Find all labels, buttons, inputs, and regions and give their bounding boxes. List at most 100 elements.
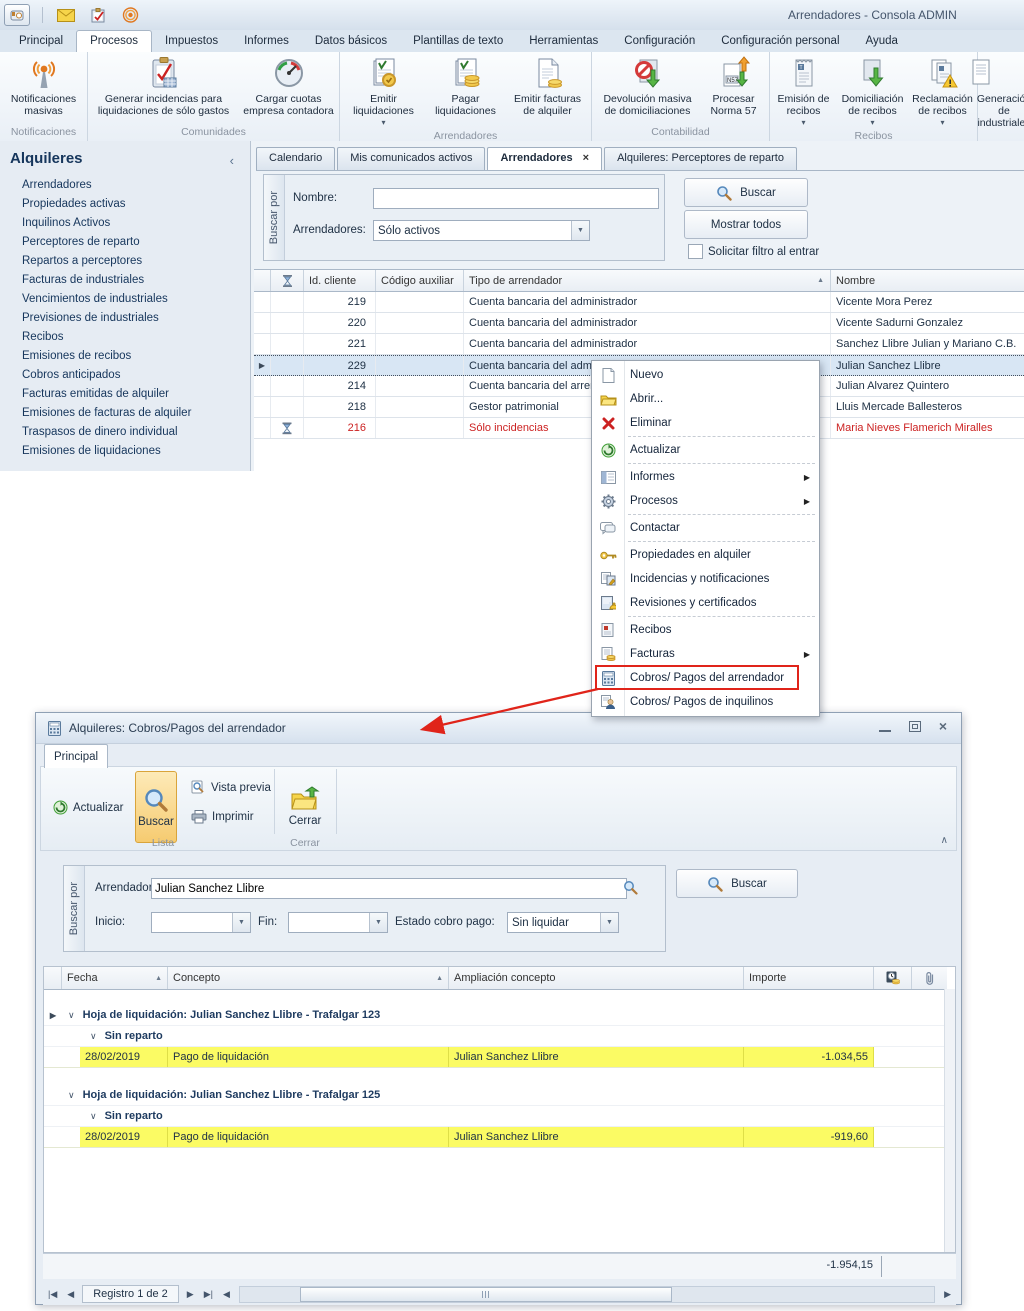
tab-principal[interactable]: Principal xyxy=(44,744,108,768)
close-icon[interactable]: × xyxy=(939,721,947,731)
arrendadores-select[interactable]: Sólo activos ▼ xyxy=(373,220,590,241)
generacion-industriales-button[interactable]: Generación de industriales xyxy=(975,55,1024,130)
dialog-buscar-button[interactable]: Buscar xyxy=(676,869,798,898)
col-header-concepto[interactable]: Concepto▲ xyxy=(168,967,449,989)
col-header-codigo[interactable]: Código auxiliar xyxy=(376,270,464,291)
inicio-select[interactable]: ▼ xyxy=(151,912,251,933)
sidebar-item-recibos[interactable]: Recibos xyxy=(0,328,250,347)
pagar-liquidaciones-button[interactable]: Pagar liquidaciones xyxy=(426,55,506,118)
tab-calendario[interactable]: Calendario xyxy=(256,147,335,170)
sidebar-item-emisiones-facturas[interactable]: Emisiones de facturas de alquiler xyxy=(0,404,250,423)
menu-tab-plantillas[interactable]: Plantillas de texto xyxy=(400,31,516,52)
row-indicator-header[interactable] xyxy=(254,270,271,291)
cerrar-button[interactable]: Cerrar xyxy=(281,773,329,839)
payment-row[interactable]: 28/02/2019 Pago de liquidación Julian Sa… xyxy=(44,1127,955,1148)
collapse-group-icon[interactable]: ∨ xyxy=(68,1090,75,1101)
menu-tab-procesos[interactable]: Procesos xyxy=(76,30,152,52)
col-header-ampliacion[interactable]: Ampliación concepto xyxy=(449,967,744,989)
table-row[interactable]: 221 Cuenta bancaria del administradorSan… xyxy=(254,334,1024,355)
notificaciones-masivas-button[interactable]: Notificaciones masivas xyxy=(2,55,86,118)
col-header-attachment-icon[interactable] xyxy=(912,967,947,989)
collapse-ribbon-icon[interactable]: ∧ xyxy=(941,835,948,846)
fin-select[interactable]: ▼ xyxy=(288,912,388,933)
tasks-icon[interactable] xyxy=(91,8,106,23)
sidebar-item-repartos[interactable]: Repartos a perceptores xyxy=(0,252,250,271)
col-header-tipo[interactable]: Tipo de arrendador▲ xyxy=(464,270,831,291)
cargar-cuotas-button[interactable]: Cargar cuotas empresa contadora xyxy=(239,55,339,118)
sidebar-item-facturas-industriales[interactable]: Facturas de industriales xyxy=(0,271,250,290)
chevron-down-icon[interactable]: ▼ xyxy=(600,913,618,932)
menu-item-contactar[interactable]: Contactar xyxy=(592,516,819,540)
broadcast-icon[interactable] xyxy=(122,7,139,23)
solicitar-filtro-checkbox[interactable] xyxy=(688,244,703,259)
first-record-button[interactable]: |◀ xyxy=(43,1289,62,1300)
menu-item-incidencias[interactable]: Incidencias y notificaciones xyxy=(592,567,819,591)
menu-item-facturas[interactable]: Facturas ▶ xyxy=(592,642,819,666)
mostrar-todos-button[interactable]: Mostrar todos xyxy=(684,210,808,239)
buscar-button[interactable]: Buscar xyxy=(684,178,808,207)
sidebar-item-facturas-emitidas[interactable]: Facturas emitidas de alquiler xyxy=(0,385,250,404)
estado-cobro-pago-select[interactable]: Sin liquidar ▼ xyxy=(507,912,619,933)
emitir-facturas-button[interactable]: Emitir facturas de alquiler xyxy=(506,55,590,118)
devolucion-masiva-button[interactable]: Devolución masiva de domiciliaciones xyxy=(595,55,701,118)
menu-tab-datos-basicos[interactable]: Datos básicos xyxy=(302,31,400,52)
sidebar-item-inquilinos-activos[interactable]: Inquilinos Activos xyxy=(0,214,250,233)
menu-item-cobros-pagos-inquilinos[interactable]: Cobros/ Pagos de inquilinos xyxy=(592,690,819,714)
menu-tab-configuracion-personal[interactable]: Configuración personal xyxy=(708,31,852,52)
menu-item-abrir[interactable]: Abrir... xyxy=(592,387,819,411)
actualizar-button[interactable]: Actualizar xyxy=(53,800,124,815)
subgroup-row-sin-reparto[interactable]: ∨ Sin reparto xyxy=(44,1106,955,1127)
horizontal-scrollbar[interactable] xyxy=(239,1286,935,1303)
col-header-importe[interactable]: Importe xyxy=(744,967,874,989)
row-indicator-header[interactable] xyxy=(44,967,62,989)
menu-item-eliminar[interactable]: Eliminar xyxy=(592,411,819,435)
last-record-button[interactable]: ▶| xyxy=(199,1289,218,1300)
sidebar-item-vencimientos[interactable]: Vencimientos de industriales xyxy=(0,290,250,309)
chevron-down-icon[interactable]: ▼ xyxy=(369,913,387,932)
menu-item-recibos[interactable]: Recibos xyxy=(592,618,819,642)
col-header-estado-icon[interactable] xyxy=(874,967,912,989)
vista-previa-button[interactable]: Vista previa xyxy=(191,780,271,795)
col-header-nombre[interactable]: Nombre xyxy=(831,270,1024,291)
scrollbar-thumb[interactable] xyxy=(300,1287,672,1302)
emision-recibos-button[interactable]: T Emisión de recibos ▾ xyxy=(771,55,837,130)
lookup-search-icon[interactable] xyxy=(623,880,638,898)
menu-tab-impuestos[interactable]: Impuestos xyxy=(152,31,231,52)
emitir-liquidaciones-button[interactable]: Emitir liquidaciones ▾ xyxy=(342,55,426,130)
col-header-id-cliente[interactable]: Id. cliente xyxy=(304,270,376,291)
domiciliacion-recibos-button[interactable]: Domiciliación de recibos ▾ xyxy=(837,55,909,130)
menu-item-revisiones[interactable]: Revisiones y certificados xyxy=(592,591,819,615)
scroll-left-button[interactable]: ◀ xyxy=(218,1289,235,1300)
sidebar-item-traspasos[interactable]: Traspasos de dinero individual xyxy=(0,423,250,442)
table-row[interactable]: 219 Cuenta bancaria del administradorVic… xyxy=(254,292,1024,313)
tab-arrendadores[interactable]: Arrendadores× xyxy=(487,147,602,170)
sidebar-item-cobros-anticipados[interactable]: Cobros anticipados xyxy=(0,366,250,385)
sidebar-item-previsiones[interactable]: Previsiones de industriales xyxy=(0,309,250,328)
payment-row[interactable]: 28/02/2019 Pago de liquidación Julian Sa… xyxy=(44,1047,955,1068)
app-menu-button[interactable] xyxy=(4,4,30,26)
group-row-trafalgar-125[interactable]: ∨ Hoja de liquidación: Julian Sanchez Ll… xyxy=(44,1085,955,1106)
tab-mis-comunicados[interactable]: Mis comunicados activos xyxy=(337,147,485,170)
dialog-titlebar[interactable]: Alquileres: Cobros/Pagos del arrendador … xyxy=(36,713,961,744)
tab-perceptores-reparto[interactable]: Alquileres: Perceptores de reparto xyxy=(604,147,797,170)
next-record-button[interactable]: ▶ xyxy=(182,1289,199,1300)
nombre-input[interactable] xyxy=(373,188,659,209)
menu-item-informes[interactable]: Informes ▶ xyxy=(592,465,819,489)
minimize-icon[interactable] xyxy=(879,720,891,732)
menu-tab-informes[interactable]: Informes xyxy=(231,31,302,52)
procesar-norma57-button[interactable]: N57 Procesar Norma 57 xyxy=(701,55,767,118)
subgroup-row-sin-reparto[interactable]: ∨ Sin reparto xyxy=(44,1026,955,1047)
restore-icon[interactable] xyxy=(909,721,921,732)
menu-item-propiedades-alquiler[interactable]: Propiedades en alquiler xyxy=(592,543,819,567)
chevron-down-icon[interactable]: ▼ xyxy=(232,913,250,932)
arrendador-input[interactable] xyxy=(151,878,627,899)
menu-item-procesos[interactable]: Procesos ▶ xyxy=(592,489,819,513)
buscar-big-button[interactable]: Buscar xyxy=(135,771,177,843)
chevron-down-icon[interactable]: ▼ xyxy=(571,221,589,240)
menu-tab-ayuda[interactable]: Ayuda xyxy=(853,31,911,52)
hourglass-column-header[interactable] xyxy=(271,270,304,291)
sidebar-item-emisiones-liquidaciones[interactable]: Emisiones de liquidaciones xyxy=(0,442,250,461)
col-header-fecha[interactable]: Fecha▲ xyxy=(62,967,168,989)
sidebar-item-perceptores[interactable]: Perceptores de reparto xyxy=(0,233,250,252)
sidebar-item-emisiones-recibos[interactable]: Emisiones de recibos xyxy=(0,347,250,366)
